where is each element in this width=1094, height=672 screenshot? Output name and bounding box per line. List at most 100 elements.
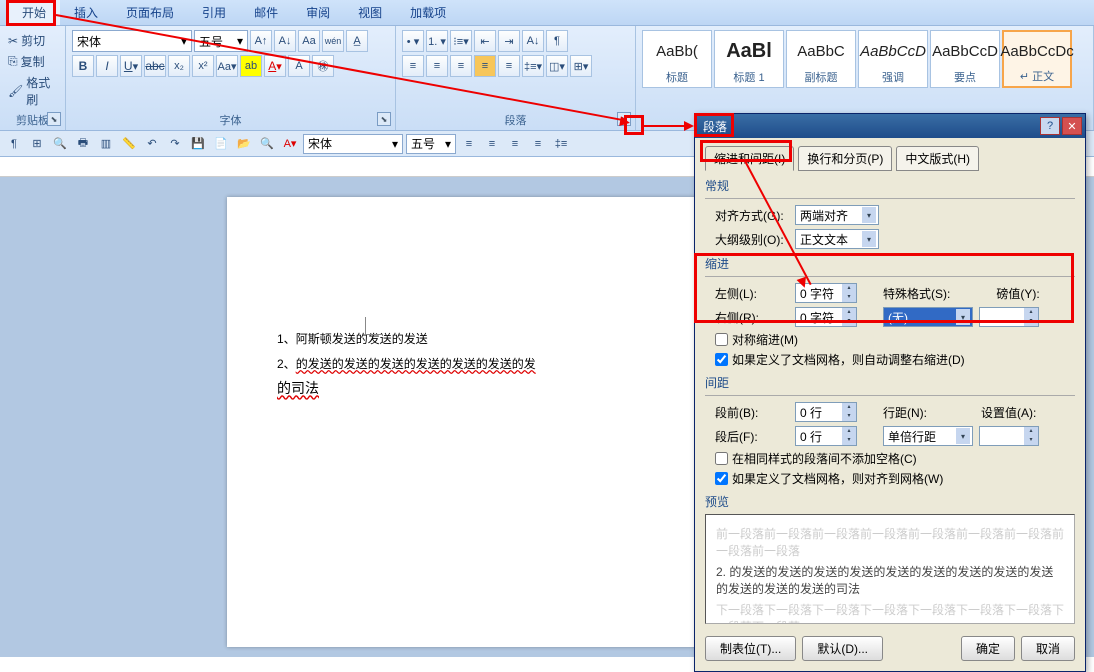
alignment-select[interactable]: 两端对齐▾ <box>795 205 879 225</box>
style-要点[interactable]: AaBbCcD要点 <box>930 30 1000 88</box>
qat-align-justify[interactable]: ≡ <box>528 134 548 154</box>
after-spinner[interactable]: 0 行▴▾ <box>795 426 857 446</box>
outline-label: 大纲级别(O): <box>715 231 789 248</box>
qat-align-center[interactable]: ≡ <box>482 134 502 154</box>
tab-mail[interactable]: 邮件 <box>240 0 292 25</box>
change-case-button[interactable]: Aa▾ <box>216 55 238 77</box>
format-painter-button[interactable]: 🖌格式刷 <box>6 72 59 110</box>
qat-highlight-button[interactable]: A▾ <box>280 134 300 154</box>
font-color-button[interactable]: A▾ <box>264 55 286 77</box>
qat-save-button[interactable]: 💾 <box>188 134 208 154</box>
right-spinner[interactable]: 0 字符▴▾ <box>795 307 857 327</box>
superscript-button[interactable]: x² <box>192 55 214 77</box>
bullets-button[interactable]: • ▾ <box>402 30 424 52</box>
border-button[interactable]: A̲ <box>346 30 368 52</box>
outline-select[interactable]: 正文文本▾ <box>795 229 879 249</box>
align-distribute-button[interactable]: ≡ <box>498 55 520 77</box>
font-group: 宋体▾ 五号▾ A↑ A↓ Aa wén A̲ B I U▾ abc x₂ x²… <box>66 26 396 130</box>
shading-button[interactable]: ◫▾ <box>546 55 568 77</box>
qat-undo-button[interactable]: ↶ <box>142 134 162 154</box>
cancel-button[interactable]: 取消 <box>1021 636 1075 661</box>
clear-format-button[interactable]: Aa <box>298 30 320 52</box>
qat-new-button[interactable]: 📄 <box>211 134 231 154</box>
help-button[interactable]: ? <box>1040 117 1060 135</box>
strike-button[interactable]: abc <box>144 55 166 77</box>
scissors-icon: ✂ <box>8 34 18 48</box>
subscript-button[interactable]: x₂ <box>168 55 190 77</box>
align-left-button[interactable]: ≡ <box>402 55 424 77</box>
before-label: 段前(B): <box>715 404 789 421</box>
align-right-button[interactable]: ≡ <box>450 55 472 77</box>
by-spinner[interactable]: ▴▾ <box>979 307 1039 327</box>
by-label: 磅值(Y): <box>996 285 1039 302</box>
underline-button[interactable]: U▾ <box>120 55 142 77</box>
ok-button[interactable]: 确定 <box>961 636 1015 661</box>
qat-print-button[interactable]: 🖶 <box>73 134 93 154</box>
style-副标题[interactable]: AaBbC副标题 <box>786 30 856 88</box>
no-space-checkbox[interactable]: 在相同样式的段落间不添加空格(C) <box>705 450 1075 467</box>
italic-button[interactable]: I <box>96 55 118 77</box>
at-spinner[interactable]: ▴▾ <box>979 426 1039 446</box>
numbering-button[interactable]: 1. ▾ <box>426 30 448 52</box>
clipboard-launcher[interactable]: ⬊ <box>47 112 61 126</box>
after-label: 段后(F): <box>715 428 789 445</box>
qat-font-select[interactable]: 宋体▾ <box>303 134 403 154</box>
multilevel-button[interactable]: ⁝≡▾ <box>450 30 472 52</box>
qat-grid-button[interactable]: ⊞ <box>27 134 47 154</box>
clipboard-group: ✂剪切 ⎘复制 🖌格式刷 剪贴板 ⬊ <box>0 26 66 130</box>
line-spacing-button[interactable]: ‡≡▾ <box>522 55 544 77</box>
qat-column-button[interactable]: ▥ <box>96 134 116 154</box>
copy-button[interactable]: ⎘复制 <box>6 51 59 72</box>
qat-zoom-button[interactable]: 🔍 <box>50 134 70 154</box>
tab-home[interactable]: 开始 <box>8 0 60 25</box>
font-launcher[interactable]: ⬊ <box>377 112 391 126</box>
cut-button[interactable]: ✂剪切 <box>6 30 59 51</box>
align-center-button[interactable]: ≡ <box>426 55 448 77</box>
sort-button[interactable]: A↓ <box>522 30 544 52</box>
phonetic-button[interactable]: wén <box>322 30 344 52</box>
qat-find-button[interactable]: 🔍 <box>257 134 277 154</box>
qat-para-button[interactable]: ¶ <box>4 134 24 154</box>
style-强调[interactable]: AaBbCcD强调 <box>858 30 928 88</box>
tabs-button[interactable]: 制表位(T)... <box>705 636 796 661</box>
chevron-down-icon: ▾ <box>181 34 187 48</box>
style-标题 1[interactable]: AaBl标题 1 <box>714 30 784 88</box>
dialog-tab-page[interactable]: 换行和分页(P) <box>798 146 892 171</box>
tab-layout[interactable]: 页面布局 <box>112 0 188 25</box>
default-button[interactable]: 默认(D)... <box>802 636 883 661</box>
increase-indent-button[interactable]: ⇥ <box>498 30 520 52</box>
tab-ref[interactable]: 引用 <box>188 0 240 25</box>
qat-open-button[interactable]: 📂 <box>234 134 254 154</box>
tab-addins[interactable]: 加载项 <box>396 0 460 25</box>
qat-redo-button[interactable]: ↷ <box>165 134 185 154</box>
show-marks-button[interactable]: ¶ <box>546 30 568 52</box>
shrink-font-button[interactable]: A↓ <box>274 30 296 52</box>
before-spinner[interactable]: 0 行▴▾ <box>795 402 857 422</box>
style-标题[interactable]: AaBb(标题 <box>642 30 712 88</box>
align-justify-button[interactable]: ≡ <box>474 55 496 77</box>
qat-size-select[interactable]: 五号▾ <box>406 134 456 154</box>
snap-grid-checkbox[interactable]: 如果定义了文档网格，则对齐到网格(W) <box>705 470 1075 487</box>
qat-align-left[interactable]: ≡ <box>459 134 479 154</box>
dialog-tab-asian[interactable]: 中文版式(H) <box>896 146 979 171</box>
bold-button[interactable]: B <box>72 55 94 77</box>
linespace-select[interactable]: 单倍行距▾ <box>883 426 973 446</box>
highlight-button[interactable]: ab <box>240 55 262 77</box>
qat-line-space[interactable]: ‡≡ <box>551 134 571 154</box>
decrease-indent-button[interactable]: ⇤ <box>474 30 496 52</box>
grow-font-button[interactable]: A↑ <box>250 30 272 52</box>
auto-indent-checkbox[interactable]: 如果定义了文档网格，则自动调整右缩进(D) <box>705 351 1075 368</box>
brush-icon: 🖌 <box>8 84 23 98</box>
chevron-down-icon: ▾ <box>237 34 243 48</box>
tab-view[interactable]: 视图 <box>344 0 396 25</box>
borders-button[interactable]: ⊞▾ <box>570 55 592 77</box>
style-↵ 正文[interactable]: AaBbCcDc↵ 正文 <box>1002 30 1072 88</box>
tab-review[interactable]: 审阅 <box>292 0 344 25</box>
close-button[interactable]: ✕ <box>1062 117 1082 135</box>
qat-align-right[interactable]: ≡ <box>505 134 525 154</box>
mirror-checkbox[interactable]: 对称缩进(M) <box>705 331 1075 348</box>
font-name-select[interactable]: 宋体▾ <box>72 30 192 52</box>
section-indent: 缩进 <box>705 255 1075 272</box>
qat-ruler-button[interactable]: 📏 <box>119 134 139 154</box>
special-select[interactable]: (无)▾ <box>883 307 973 327</box>
